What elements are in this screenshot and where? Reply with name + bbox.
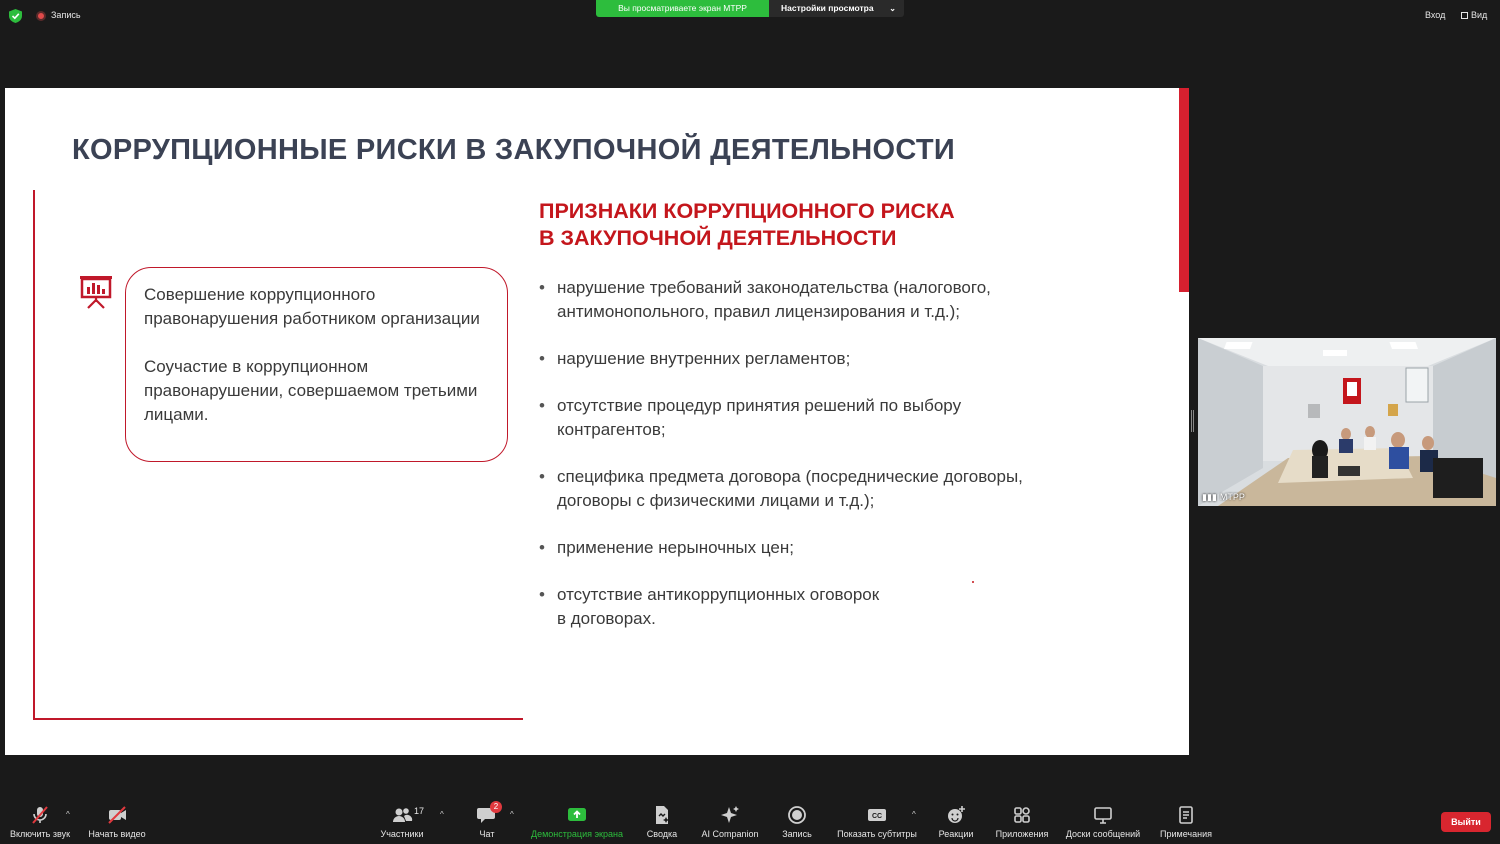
viewing-screen-banner: Вы просматриваете экран МТРР	[596, 0, 769, 17]
share-screen-button[interactable]: Демонстрация экрана	[527, 796, 627, 844]
risk-signs-heading-line2: В ЗАКУПОЧНОЙ ДЕЯТЕЛЬНОСТИ	[539, 226, 897, 250]
ai-sparkle-icon	[721, 806, 739, 823]
unmute-label: Включить звук	[9, 829, 71, 839]
view-settings-label: Настройки просмотра	[781, 3, 874, 13]
participants-label: Участники	[380, 829, 424, 839]
closed-captions-icon: CC	[868, 809, 886, 821]
participant-video-tile[interactable]	[1198, 338, 1496, 506]
record-icon	[788, 806, 806, 824]
participants-options-caret-icon[interactable]: ^	[440, 810, 444, 819]
meeting-toolbar: Включить звук ^ Начать видео Участники 1…	[0, 796, 1500, 844]
show-captions-label: Показать субтитры	[837, 829, 917, 839]
notes-label: Примечания	[1160, 829, 1212, 839]
panel-resize-handle[interactable]	[1191, 410, 1194, 432]
participants-count: 17	[414, 806, 425, 816]
whiteboards-label: Доски сообщений	[1065, 829, 1141, 839]
reactions-button[interactable]: Реакции	[934, 796, 978, 844]
signal-bars-icon: ▮▮▮	[1202, 492, 1217, 502]
slide-accent-bar	[1179, 88, 1189, 292]
leave-meeting-button[interactable]: Выйти	[1441, 812, 1491, 832]
video-feed-image	[1198, 338, 1496, 506]
start-video-button[interactable]: Начать видео	[84, 796, 150, 844]
show-captions-button[interactable]: CC Показать субтитры	[834, 796, 920, 844]
chat-label: Чат	[479, 829, 495, 839]
list-item: специфика предмета договора (посредничес…	[539, 465, 1139, 513]
recording-dot-icon	[36, 11, 46, 21]
list-item: нарушение требований законодательства (н…	[539, 276, 1139, 324]
slide-title: КОРРУПЦИОННЫЕ РИСКИ В ЗАКУПОЧНОЙ ДЕЯТЕЛЬ…	[72, 134, 956, 166]
layout-grid-icon	[1461, 12, 1468, 19]
shared-screen-slide: КОРРУПЦИОННЫЕ РИСКИ В ЗАКУПОЧНОЙ ДЕЯТЕЛЬ…	[5, 88, 1189, 755]
chat-unread-badge: 2	[490, 801, 502, 813]
notes-button[interactable]: Примечания	[1156, 796, 1216, 844]
sign-in-button[interactable]: Вход	[1425, 10, 1445, 20]
participant-name: МТРР	[1219, 492, 1245, 502]
view-settings-button[interactable]: Настройки просмотра ⌄	[769, 0, 904, 17]
callout-paragraph-complicity: Соучастие в коррупционном правонарушении…	[144, 357, 478, 424]
reactions-label: Реакции	[938, 829, 974, 839]
participant-name-label: ▮▮▮ МТРР	[1202, 492, 1245, 503]
whiteboards-button[interactable]: Доски сообщений	[1062, 796, 1144, 844]
participants-button[interactable]: Участники	[376, 796, 428, 844]
record-button[interactable]: Запись	[778, 796, 816, 844]
summary-button[interactable]: Сводка	[642, 796, 682, 844]
risk-signs-heading-line1: ПРИЗНАКИ КОРРУПЦИОННОГО РИСКА	[539, 199, 955, 223]
meeting-top-bar: Запись Вы просматриваете экран МТРР Наст…	[0, 0, 1500, 32]
reactions-smiley-icon	[948, 806, 965, 823]
chat-options-caret-icon[interactable]: ^	[510, 810, 514, 819]
summary-document-icon	[656, 806, 669, 824]
decorative-dot	[972, 581, 974, 583]
presentation-board-icon	[80, 276, 112, 309]
share-screen-label: Демонстрация экрана	[531, 829, 623, 839]
share-screen-icon	[568, 808, 586, 821]
start-video-label: Начать видео	[88, 829, 146, 839]
summary-label: Сводка	[646, 829, 678, 839]
captions-options-caret-icon[interactable]: ^	[912, 810, 916, 819]
notes-icon	[1179, 806, 1193, 824]
ai-companion-button[interactable]: AI Companion	[698, 796, 762, 844]
callout-paragraph-employee: Совершение коррупционного правонарушения…	[144, 285, 480, 328]
list-item: применение нерыночных цен;	[539, 536, 1139, 560]
ai-companion-label: AI Companion	[701, 829, 759, 839]
frame-line-left	[33, 190, 35, 720]
camera-off-icon	[108, 806, 126, 824]
risk-signs-list: нарушение требований законодательства (н…	[539, 276, 1139, 654]
list-item: отсутствие антикоррупционных оговорок в …	[539, 583, 1139, 631]
whiteboard-icon	[1094, 807, 1112, 824]
shield-icon[interactable]	[9, 9, 22, 23]
record-label: Запись	[782, 829, 812, 839]
list-item: нарушение внутренних регламентов;	[539, 347, 1139, 371]
svg-text:CC: CC	[872, 813, 882, 820]
corruption-types-callout: Совершение коррупционного правонарушения…	[125, 267, 508, 462]
list-item: отсутствие процедур принятия решений по …	[539, 394, 1139, 442]
frame-line-bottom	[33, 718, 523, 720]
unmute-button[interactable]: Включить звук	[4, 796, 76, 844]
view-label: Вид	[1471, 10, 1488, 20]
view-button[interactable]: Вид	[1461, 10, 1487, 20]
chevron-down-icon: ⌄	[889, 4, 896, 13]
recording-label[interactable]: Запись	[51, 10, 81, 20]
apps-label: Приложения	[995, 829, 1049, 839]
risk-signs-heading: ПРИЗНАКИ КОРРУПЦИОННОГО РИСКА В ЗАКУПОЧН…	[539, 198, 955, 252]
apps-icon	[1014, 807, 1030, 823]
microphone-muted-icon	[32, 806, 48, 824]
participants-icon	[393, 808, 413, 822]
apps-button[interactable]: Приложения	[992, 796, 1052, 844]
audio-options-caret-icon[interactable]: ^	[66, 810, 70, 819]
